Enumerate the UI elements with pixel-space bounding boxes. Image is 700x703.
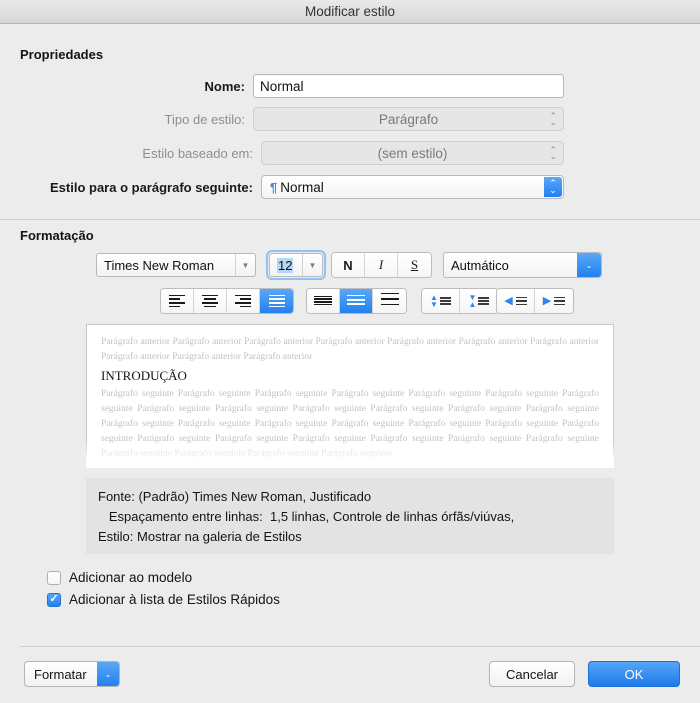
underline-button[interactable]: S — [398, 253, 431, 277]
add-to-template-label: Adicionar ao modelo — [69, 570, 193, 585]
based-on-row: Estilo baseado em: (sem estilo) ⌃ ⌄ — [20, 141, 564, 165]
based-on-value: (sem estilo) — [377, 145, 448, 161]
font-size-value: 12 — [277, 257, 294, 273]
font-family-value: Times New Roman — [104, 257, 215, 273]
style-type-row: Tipo de estilo: Parágrafo ⌃ ⌄ — [20, 107, 564, 131]
chevron-updown-icon: ⌃ ⌄ — [549, 145, 557, 161]
next-style-select[interactable]: ¶ Normal ⌃ ⌄ — [261, 175, 564, 199]
format-popup-button[interactable]: Formatar ⌄ — [24, 661, 120, 687]
format-button-label: Formatar — [34, 666, 87, 682]
style-type-value: Parágrafo — [378, 111, 439, 127]
font-color-select[interactable]: Autmático ⌄ — [443, 252, 602, 278]
align-center-icon — [202, 294, 218, 308]
preview-before-text: Parágrafo anterior Parágrafo anterior Pa… — [101, 337, 599, 362]
line-spacing-single-icon — [314, 295, 332, 306]
chevron-down-icon[interactable]: ▼ — [302, 254, 322, 276]
align-justify-button[interactable] — [260, 289, 293, 313]
align-right-icon — [235, 294, 251, 308]
style-type-select: Parágrafo ⌃ ⌄ — [253, 107, 564, 131]
alignment-group — [160, 288, 294, 314]
add-to-quick-styles-label: Adicionar à lista de Estilos Rápidos — [69, 592, 280, 607]
text-style-group: N I S — [331, 252, 432, 278]
add-to-quick-styles-checkbox[interactable] — [47, 592, 61, 607]
indent-group: ◀ ▶ — [496, 288, 574, 314]
section-divider-top — [0, 219, 700, 220]
chevron-updown-icon[interactable]: ⌃ ⌄ — [544, 177, 562, 197]
line-spacing-1-5-button[interactable] — [340, 289, 373, 313]
align-center-button[interactable] — [194, 289, 227, 313]
line-spacing-group — [306, 288, 407, 314]
chevron-down-icon[interactable]: ▼ — [235, 254, 255, 276]
chevron-updown-icon: ⌃ ⌄ — [549, 111, 557, 127]
next-style-label: Estilo para o parágrafo seguinte: — [50, 179, 253, 195]
name-row: Nome: Normal — [20, 74, 564, 98]
name-input[interactable]: Normal — [253, 74, 564, 98]
decrease-indent-icon: ◀ — [504, 295, 527, 307]
add-to-template-row[interactable]: Adicionar ao modelo — [47, 570, 192, 585]
italic-button[interactable]: I — [365, 253, 398, 277]
style-preview-pane: Parágrafo anterior Parágrafo anterior Pa… — [86, 324, 614, 468]
align-right-button[interactable] — [227, 289, 260, 313]
preview-after-text: Parágrafo seguinte Parágrafo seguinte Pa… — [101, 389, 599, 459]
next-style-value: Normal — [280, 179, 324, 195]
formatting-section-title: Formatação — [20, 228, 94, 243]
pilcrow-icon: ¶ — [270, 179, 278, 195]
increase-indent-icon: ▶ — [543, 295, 566, 307]
font-size-combo[interactable]: 12 ▼ — [269, 253, 323, 277]
chevron-down-icon[interactable]: ⌄ — [97, 662, 119, 686]
increase-paragraph-spacing-button[interactable]: ▼ ▲ — [460, 289, 498, 313]
line-spacing-single-button[interactable] — [307, 289, 340, 313]
ok-button-label: OK — [624, 666, 644, 682]
add-to-template-checkbox[interactable] — [47, 570, 61, 585]
next-style-row: Estilo para o parágrafo seguinte: ¶ Norm… — [20, 175, 564, 199]
chevron-down-icon[interactable]: ⌄ — [577, 253, 601, 277]
decrease-indent-button[interactable]: ◀ — [497, 289, 535, 313]
align-left-button[interactable] — [161, 289, 194, 313]
decrease-paragraph-spacing-icon: ▲ ▼ — [430, 294, 451, 309]
line-spacing-double-icon — [380, 292, 399, 310]
paragraph-spacing-group: ▲ ▼ ▼ ▲ — [421, 288, 499, 314]
properties-section-title: Propriedades — [20, 47, 104, 62]
footer-divider — [20, 646, 700, 647]
bold-button[interactable]: N — [332, 253, 365, 277]
align-justify-icon — [268, 294, 285, 308]
style-type-label: Tipo de estilo: — [164, 111, 245, 127]
cancel-button[interactable]: Cancelar — [489, 661, 575, 687]
add-to-quick-styles-row[interactable]: Adicionar à lista de Estilos Rápidos — [47, 592, 280, 607]
description-line-1: Fonte: (Padrão) Times New Roman, Justifi… — [98, 489, 372, 504]
dialog-titlebar: Modificar estilo — [0, 0, 700, 24]
style-description-box: Fonte: (Padrão) Times New Roman, Justifi… — [86, 478, 614, 554]
increase-paragraph-spacing-icon: ▼ ▲ — [469, 294, 490, 309]
font-color-value: Autmático — [451, 257, 509, 273]
based-on-select: (sem estilo) ⌃ ⌄ — [261, 141, 564, 165]
preview-heading: INTRODUÇÃO — [101, 368, 187, 383]
dialog-title: Modificar estilo — [304, 4, 396, 19]
align-left-icon — [169, 294, 185, 308]
increase-indent-button[interactable]: ▶ — [535, 289, 573, 313]
name-label: Nome: — [204, 78, 245, 94]
line-spacing-1-5-icon — [347, 294, 365, 307]
name-input-value: Normal — [260, 78, 304, 94]
description-line-3: Estilo: Mostrar na galeria de Estilos — [98, 529, 302, 544]
based-on-label: Estilo baseado em: — [142, 145, 253, 161]
description-line-2: Espaçamento entre linhas: 1,5 linhas, Co… — [98, 509, 515, 524]
line-spacing-double-button[interactable] — [373, 289, 406, 313]
font-family-combo[interactable]: Times New Roman ▼ — [96, 253, 256, 277]
modify-style-dialog: Modificar estilo Propriedades Nome: Norm… — [0, 0, 700, 703]
cancel-button-label: Cancelar — [505, 666, 559, 682]
ok-button[interactable]: OK — [588, 661, 680, 687]
decrease-paragraph-spacing-button[interactable]: ▲ ▼ — [422, 289, 460, 313]
